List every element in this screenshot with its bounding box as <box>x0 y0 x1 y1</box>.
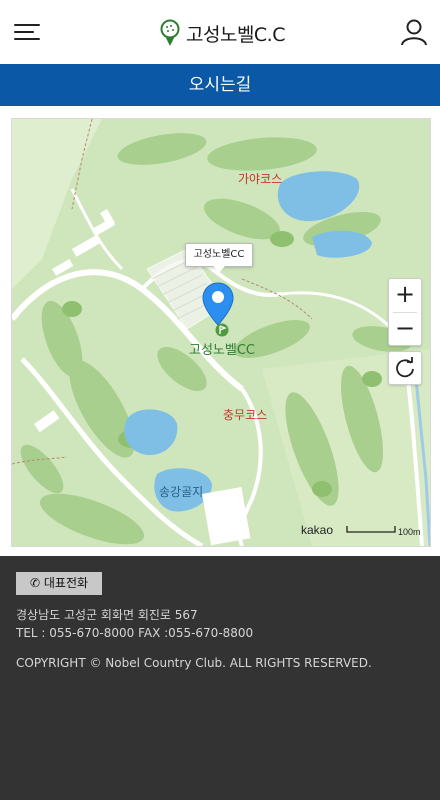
zoom-control: + − <box>388 278 422 346</box>
menu-icon[interactable] <box>14 22 42 42</box>
footer-copyright: COPYRIGHT © Nobel Country Club. ALL RIGH… <box>16 656 372 670</box>
map-label-gaya: 가야코스 <box>238 172 283 186</box>
logo-text: 고성노벨C.C <box>186 23 286 46</box>
call-button-label: 대표전화 <box>43 576 89 590</box>
map-attribution: kakao <box>301 523 334 537</box>
refresh-icon <box>396 357 414 378</box>
map-scale-bar <box>346 526 396 533</box>
map-marker-icon[interactable] <box>202 282 234 326</box>
golf-ball-icon <box>160 19 180 46</box>
phone-icon: ✆ <box>29 576 41 590</box>
zoom-out-button[interactable]: − <box>389 313 421 346</box>
footer: ✆ 대표전화 경상남도 고성군 회화면 회진로 567 TEL : 055-67… <box>0 556 440 800</box>
golf-course-poi-icon <box>215 323 229 337</box>
zoom-in-button[interactable]: + <box>389 279 421 312</box>
map-scale-label: 100m <box>398 527 421 537</box>
footer-address: 경상남도 고성군 회화면 회진로 567 <box>16 608 198 622</box>
header: 고성노벨C.C <box>0 0 440 64</box>
map-view[interactable]: 가야코스 충무코스 송강골지 고성노벨CC 고성노벨CC + − kakao 1… <box>11 118 431 547</box>
footer-contact: TEL : 055-670-8000 FAX :055-670-8800 <box>16 626 254 640</box>
map-info-window: 고성노벨CC <box>185 243 253 273</box>
page-title: 오시는길 <box>0 64 440 106</box>
call-button[interactable]: ✆ 대표전화 <box>16 572 102 595</box>
map-marker-label: 고성노벨CC <box>189 343 255 358</box>
map-label-chungmu: 충무코스 <box>223 408 268 422</box>
map-label-songgang: 송강골지 <box>159 485 204 499</box>
user-icon[interactable] <box>400 18 428 46</box>
refresh-button[interactable] <box>388 351 422 385</box>
logo[interactable]: 고성노벨C.C <box>160 18 286 48</box>
